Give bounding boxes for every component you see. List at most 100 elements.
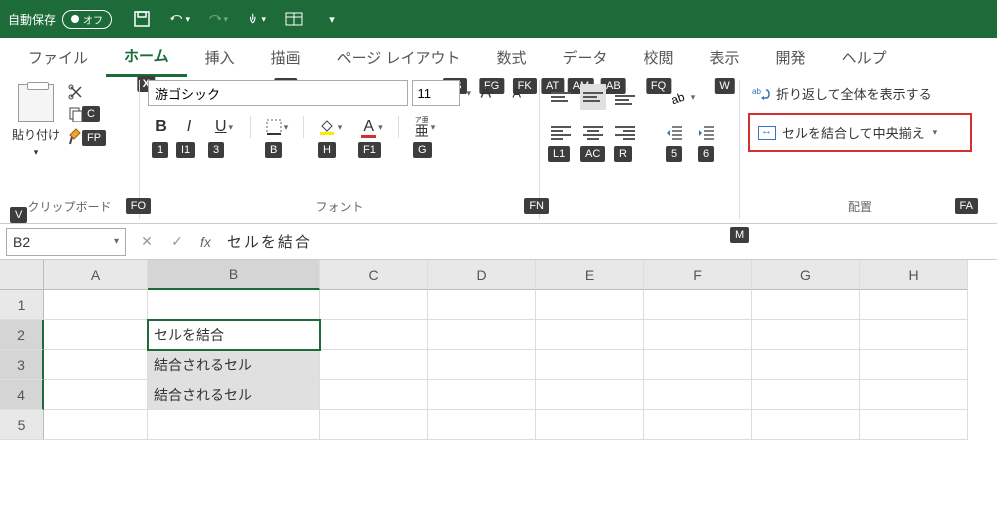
align-right-button[interactable]: R [612, 120, 638, 146]
paste-button[interactable]: 貼り付け ▾ V [8, 80, 64, 162]
decrease-font-button[interactable]: Aˇ [505, 80, 531, 106]
cell[interactable] [428, 350, 536, 380]
name-box[interactable]: B2 [6, 228, 126, 256]
cut-button[interactable] [68, 84, 93, 100]
tab-review[interactable]: 校閲FQ [626, 39, 692, 76]
align-middle-button[interactable] [580, 84, 606, 110]
column-header[interactable]: A [44, 260, 148, 290]
tab-data[interactable]: データATAMAB [545, 39, 626, 76]
tab-file[interactable]: ファイル [10, 39, 106, 76]
borders-button[interactable]: ▾ B [257, 114, 297, 140]
cell[interactable] [536, 290, 644, 320]
cell[interactable]: 結合されるセル [148, 350, 320, 380]
cell[interactable] [860, 350, 968, 380]
qat-customize-icon[interactable]: ▾ [322, 9, 342, 29]
tab-view[interactable]: 表示W [692, 39, 758, 76]
tab-draw[interactable]: 描画FF [253, 39, 319, 76]
formula-input[interactable]: セルを結合 [219, 231, 997, 252]
cell[interactable] [644, 320, 752, 350]
row-header[interactable]: 1 [0, 290, 44, 320]
cell[interactable] [644, 410, 752, 440]
cell[interactable]: 結合されるセル [148, 380, 320, 410]
row-header[interactable]: 2 [0, 320, 44, 350]
cell[interactable] [644, 350, 752, 380]
cell[interactable] [428, 320, 536, 350]
cell[interactable] [860, 290, 968, 320]
row-header[interactable]: 5 [0, 410, 44, 440]
cell[interactable] [320, 290, 428, 320]
align-bottom-button[interactable] [612, 84, 638, 110]
formula-cancel-icon[interactable]: ✕ [132, 233, 162, 250]
column-header[interactable]: C [320, 260, 428, 290]
cell[interactable]: セルを結合 [148, 320, 320, 350]
column-header[interactable]: F [644, 260, 752, 290]
merge-center-button[interactable]: セルを結合して中央揃え ▾ M [748, 113, 972, 152]
decrease-indent-button[interactable]: 5 [662, 120, 688, 146]
cell[interactable] [44, 290, 148, 320]
cell[interactable] [44, 380, 148, 410]
tab-developer[interactable]: 開発 [758, 39, 824, 76]
cell[interactable] [752, 320, 860, 350]
cell[interactable] [320, 320, 428, 350]
align-center-button[interactable]: AC [580, 120, 606, 146]
cell[interactable] [428, 290, 536, 320]
column-header[interactable]: G [752, 260, 860, 290]
undo-icon[interactable]: ▾ [170, 9, 190, 29]
tab-pagelayout[interactable]: ページ レイアウトFS [319, 39, 479, 76]
column-header[interactable]: B [148, 260, 320, 290]
cell[interactable] [644, 290, 752, 320]
font-size-select[interactable] [412, 80, 460, 106]
cell[interactable] [428, 380, 536, 410]
tab-help[interactable]: ヘルプ [824, 39, 905, 76]
cell[interactable] [428, 410, 536, 440]
touch-mode-icon[interactable]: ▾ [246, 9, 266, 29]
bold-button[interactable]: B1 [148, 114, 174, 140]
cell[interactable] [860, 320, 968, 350]
tab-insert[interactable]: 挿入 [187, 39, 253, 76]
cell[interactable] [752, 290, 860, 320]
row-header[interactable]: 4 [0, 380, 44, 410]
underline-button[interactable]: U▾3 [204, 114, 244, 140]
column-header[interactable]: E [536, 260, 644, 290]
align-top-button[interactable] [548, 84, 574, 110]
fx-icon[interactable]: fx [200, 234, 211, 250]
cell[interactable] [644, 380, 752, 410]
fill-color-button[interactable]: ▾ H [310, 114, 350, 140]
ruby-button[interactable]: ア亜亜 ▾ G [405, 114, 445, 140]
cell[interactable] [44, 320, 148, 350]
column-header[interactable]: H [860, 260, 968, 290]
align-left-button[interactable]: L1 [548, 120, 574, 146]
italic-button[interactable]: II1 [176, 114, 202, 140]
cell[interactable] [320, 380, 428, 410]
copy-button[interactable]: ▾ C [68, 106, 93, 122]
cell[interactable] [536, 350, 644, 380]
cell[interactable] [320, 410, 428, 440]
cell[interactable] [320, 350, 428, 380]
font-name-select[interactable] [148, 80, 408, 106]
tab-formulas[interactable]: 数式FGFK [478, 39, 544, 76]
cell[interactable] [752, 380, 860, 410]
cell[interactable] [148, 290, 320, 320]
cell[interactable] [536, 380, 644, 410]
cell[interactable] [860, 380, 968, 410]
cell[interactable] [44, 350, 148, 380]
formula-confirm-icon[interactable]: ✓ [162, 233, 192, 250]
tab-home[interactable]: ホームX [106, 37, 187, 77]
cell[interactable] [752, 350, 860, 380]
cell[interactable] [44, 410, 148, 440]
autosave-toggle[interactable]: 自動保存 オフ [8, 10, 112, 29]
redo-icon[interactable]: ▾ [208, 9, 228, 29]
save-icon[interactable] [132, 9, 152, 29]
cell[interactable] [148, 410, 320, 440]
format-painter-button[interactable]: FP [68, 128, 93, 146]
column-header[interactable]: D [428, 260, 536, 290]
row-header[interactable]: 3 [0, 350, 44, 380]
cell[interactable] [536, 410, 644, 440]
form-icon[interactable] [284, 9, 304, 29]
wrap-text-button[interactable]: ab 折り返して全体を表示する [748, 80, 972, 107]
cell[interactable] [752, 410, 860, 440]
increase-font-button[interactable]: A^ [475, 80, 501, 106]
font-color-button[interactable]: A ▾ F1 [352, 114, 392, 140]
select-all-corner[interactable] [0, 260, 44, 290]
orientation-button[interactable]: ab ▾ [662, 84, 702, 110]
